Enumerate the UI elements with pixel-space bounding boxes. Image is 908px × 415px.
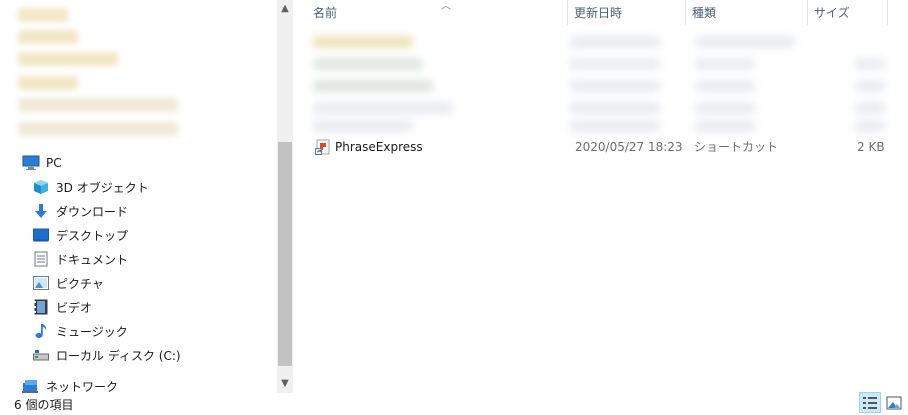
details-view-icon xyxy=(863,396,877,409)
document-icon xyxy=(32,250,50,268)
column-modified-label: 更新日時 xyxy=(574,6,623,20)
column-size[interactable]: サイズ xyxy=(808,0,888,25)
status-bar: 6 個の項目 xyxy=(0,393,908,415)
blurred-file-row xyxy=(570,58,660,70)
nav-item-local-disk[interactable]: ローカル ディスク (C:) xyxy=(32,344,181,366)
pictures-icon xyxy=(32,274,50,292)
blurred-file-row xyxy=(855,102,885,114)
shortcut-icon xyxy=(315,136,331,157)
nav-item-pictures[interactable]: ピクチャ xyxy=(32,272,104,294)
scroll-up-arrow-icon[interactable]: ▲ xyxy=(277,0,293,16)
download-icon xyxy=(32,202,50,220)
blurred-file-row xyxy=(695,80,755,92)
nav-item-label: PC xyxy=(46,156,62,170)
network-icon xyxy=(22,377,40,393)
nav-item-downloads[interactable]: ダウンロード xyxy=(32,200,128,222)
blurred-file-row xyxy=(313,80,433,92)
file-type: ショートカット xyxy=(694,140,779,154)
blurred-nav-item xyxy=(18,122,178,136)
column-modified[interactable]: 更新日時 xyxy=(568,0,686,25)
music-icon xyxy=(32,322,50,340)
scrollbar-thumb[interactable] xyxy=(278,142,292,366)
blurred-file-row xyxy=(570,36,660,48)
sort-ascending-icon: ︿ xyxy=(441,1,451,12)
nav-item-label: デスクトップ xyxy=(56,228,129,243)
blurred-file-row xyxy=(570,102,660,114)
blurred-nav-item xyxy=(18,30,78,44)
nav-scrollbar[interactable]: ▲ ▼ xyxy=(277,0,293,393)
blurred-file-row xyxy=(695,58,755,70)
blurred-file-row xyxy=(313,120,413,132)
desktop-icon xyxy=(32,226,50,244)
video-icon xyxy=(32,298,50,316)
blurred-nav-item xyxy=(18,98,178,112)
file-modified: 2020/05/27 18:23 xyxy=(575,139,683,154)
navigation-pane[interactable]: PC 3D オブジェクト ダウンロード デスクトップ ドキュメント ピクチャ ビ… xyxy=(0,0,277,393)
blurred-file-row xyxy=(313,58,423,70)
nav-item-pc[interactable]: PC xyxy=(22,152,62,174)
nav-item-label: ローカル ディスク (C:) xyxy=(56,348,181,363)
column-type-label: 種類 xyxy=(692,6,717,20)
local-disk-icon xyxy=(32,346,50,364)
blurred-nav-item xyxy=(18,52,118,66)
nav-item-videos[interactable]: ビデオ xyxy=(32,296,92,318)
blurred-file-row xyxy=(855,120,885,132)
pc-icon xyxy=(22,154,40,172)
nav-item-network[interactable]: ネットワーク xyxy=(22,375,118,393)
item-count: 6 個の項目 xyxy=(14,398,74,412)
large-icons-view-button[interactable] xyxy=(883,392,905,413)
nav-item-desktop[interactable]: デスクトップ xyxy=(32,224,128,246)
nav-item-label: ダウンロード xyxy=(56,204,129,219)
nav-item-label: ドキュメント xyxy=(56,252,129,267)
blurred-file-row xyxy=(855,58,885,70)
nav-item-3d-objects[interactable]: 3D オブジェクト xyxy=(32,176,149,198)
blurred-file-row xyxy=(570,120,660,132)
nav-item-label: ピクチャ xyxy=(56,276,104,291)
large-icons-view-icon xyxy=(886,396,902,409)
3d-objects-icon xyxy=(32,178,50,196)
details-view-button[interactable] xyxy=(859,392,881,413)
file-row[interactable]: PhraseExpress 2020/05/27 18:23 ショートカット 2… xyxy=(309,136,894,157)
blurred-nav-item xyxy=(18,8,68,22)
column-name-label: 名前 xyxy=(313,6,338,20)
scroll-down-arrow-icon[interactable]: ▼ xyxy=(277,373,293,393)
blurred-file-row xyxy=(570,80,660,92)
blurred-nav-item xyxy=(18,76,78,90)
blurred-file-row xyxy=(313,36,413,48)
column-name[interactable]: 名前 ︿ xyxy=(307,0,568,25)
column-header: 名前 ︿ 更新日時 種類 サイズ xyxy=(295,0,908,25)
nav-item-documents[interactable]: ドキュメント xyxy=(32,248,128,270)
nav-item-label: 3D オブジェクト xyxy=(56,180,149,195)
file-list-pane[interactable]: 名前 ︿ 更新日時 種類 サイズ PhraseExpress 2020/05/2… xyxy=(295,0,908,393)
nav-item-label: ビデオ xyxy=(56,300,93,315)
column-size-label: サイズ xyxy=(814,6,850,20)
blurred-file-row xyxy=(855,80,885,92)
blurred-file-row xyxy=(695,120,755,132)
nav-item-label: ネットワーク xyxy=(46,379,119,394)
blurred-file-row xyxy=(695,102,755,114)
blurred-file-row xyxy=(695,36,795,48)
nav-item-music[interactable]: ミュージック xyxy=(32,320,128,342)
nav-item-label: ミュージック xyxy=(56,324,128,339)
column-type[interactable]: 種類 xyxy=(686,0,808,25)
blurred-file-row xyxy=(313,102,453,114)
file-size: 2 KB xyxy=(857,139,885,154)
file-name[interactable]: PhraseExpress xyxy=(335,136,423,157)
